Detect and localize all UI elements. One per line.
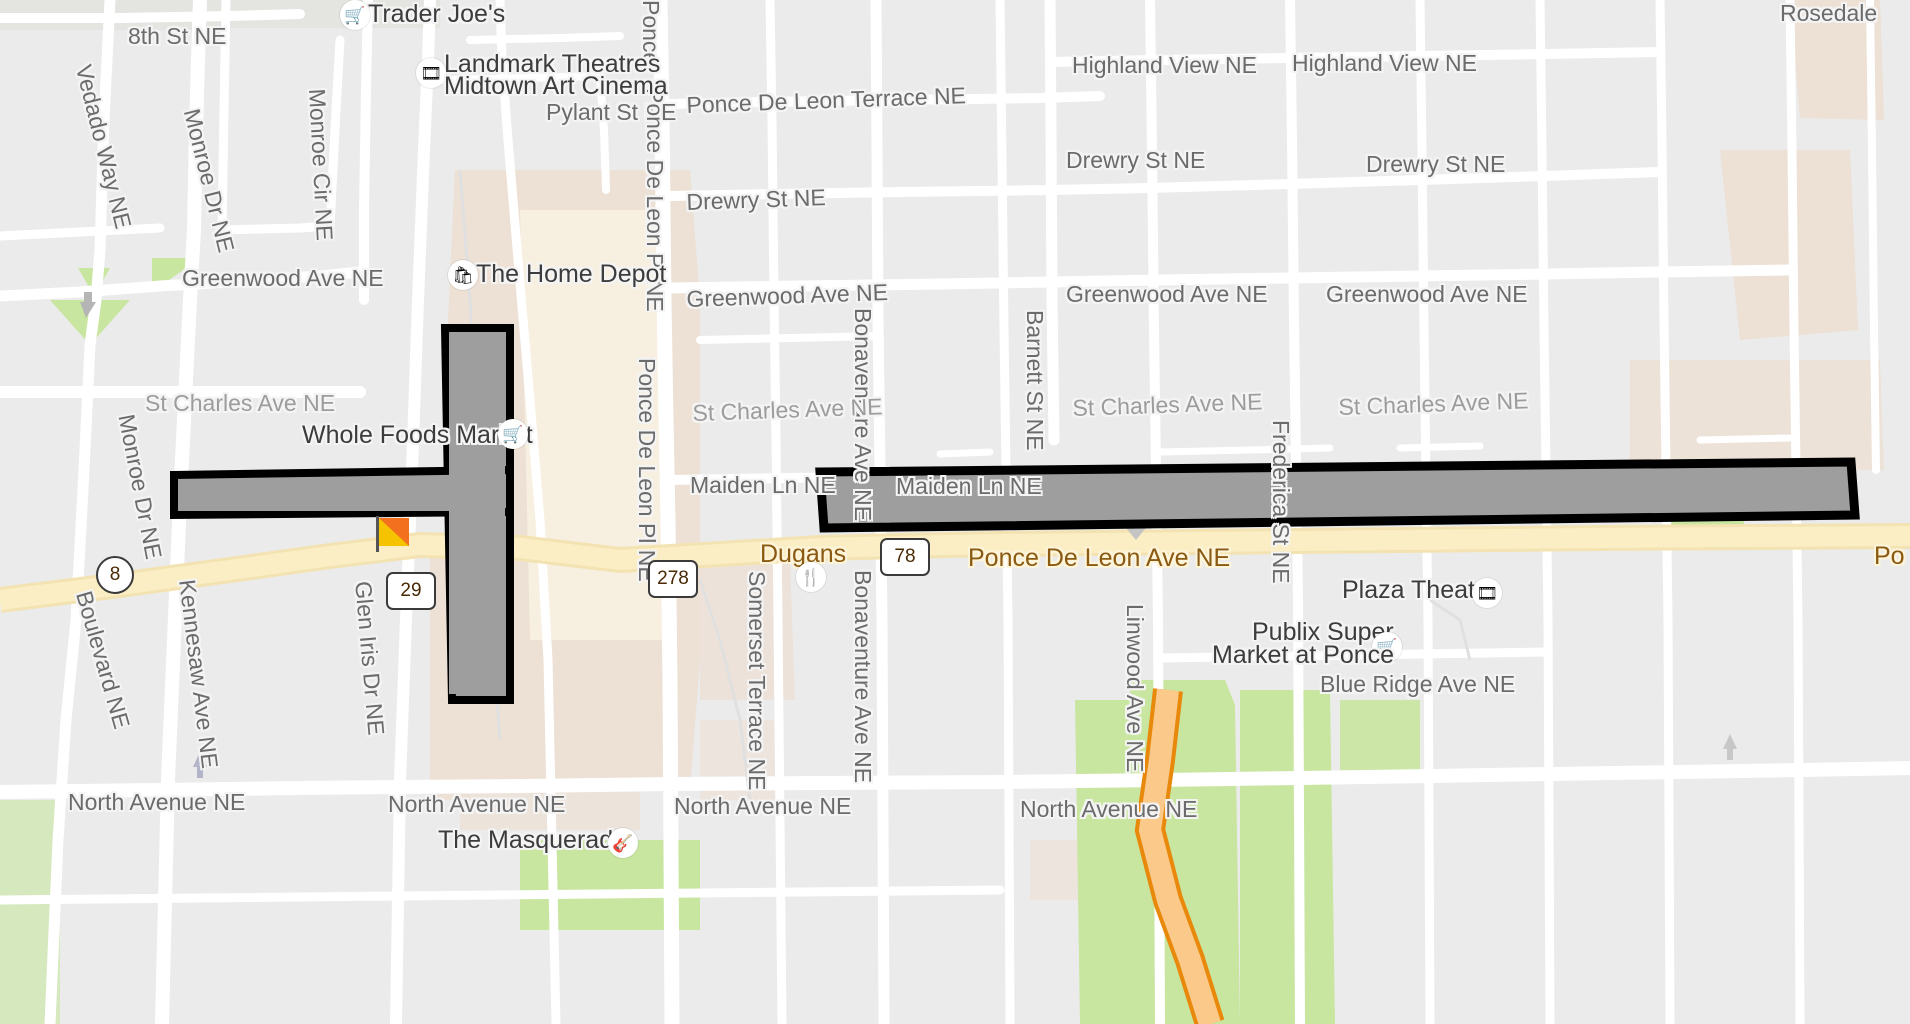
music-icon[interactable]: 🎸 [608,828,638,858]
movie-icon[interactable]: 🎞 [416,58,446,88]
movie-icon[interactable]: 🎞 [1472,578,1502,608]
store-icon[interactable]: 🛍 [448,260,478,290]
highway-shield-29: 29 [386,572,436,610]
shopping-cart-icon[interactable]: 🛒 [498,419,528,449]
restaurant-icon[interactable]: 🍴 [796,562,826,592]
shopping-cart-icon[interactable]: 🛒 [1372,632,1402,662]
highway-shield-78: 78 [880,538,930,576]
route-segment-west[interactable] [170,324,519,707]
highway-shield-8: 8 [96,556,134,594]
route-segment-east[interactable] [815,457,1860,533]
flag-marker[interactable] [376,516,410,552]
highlighted-route-layer[interactable] [0,0,1910,1024]
map-canvas[interactable]: 8th St NE Vedado Way NE Monroe Dr NE Monroe… [0,0,1910,1024]
shopping-cart-icon[interactable]: 🛒 [340,0,370,30]
highway-shield-278: 278 [648,560,698,598]
